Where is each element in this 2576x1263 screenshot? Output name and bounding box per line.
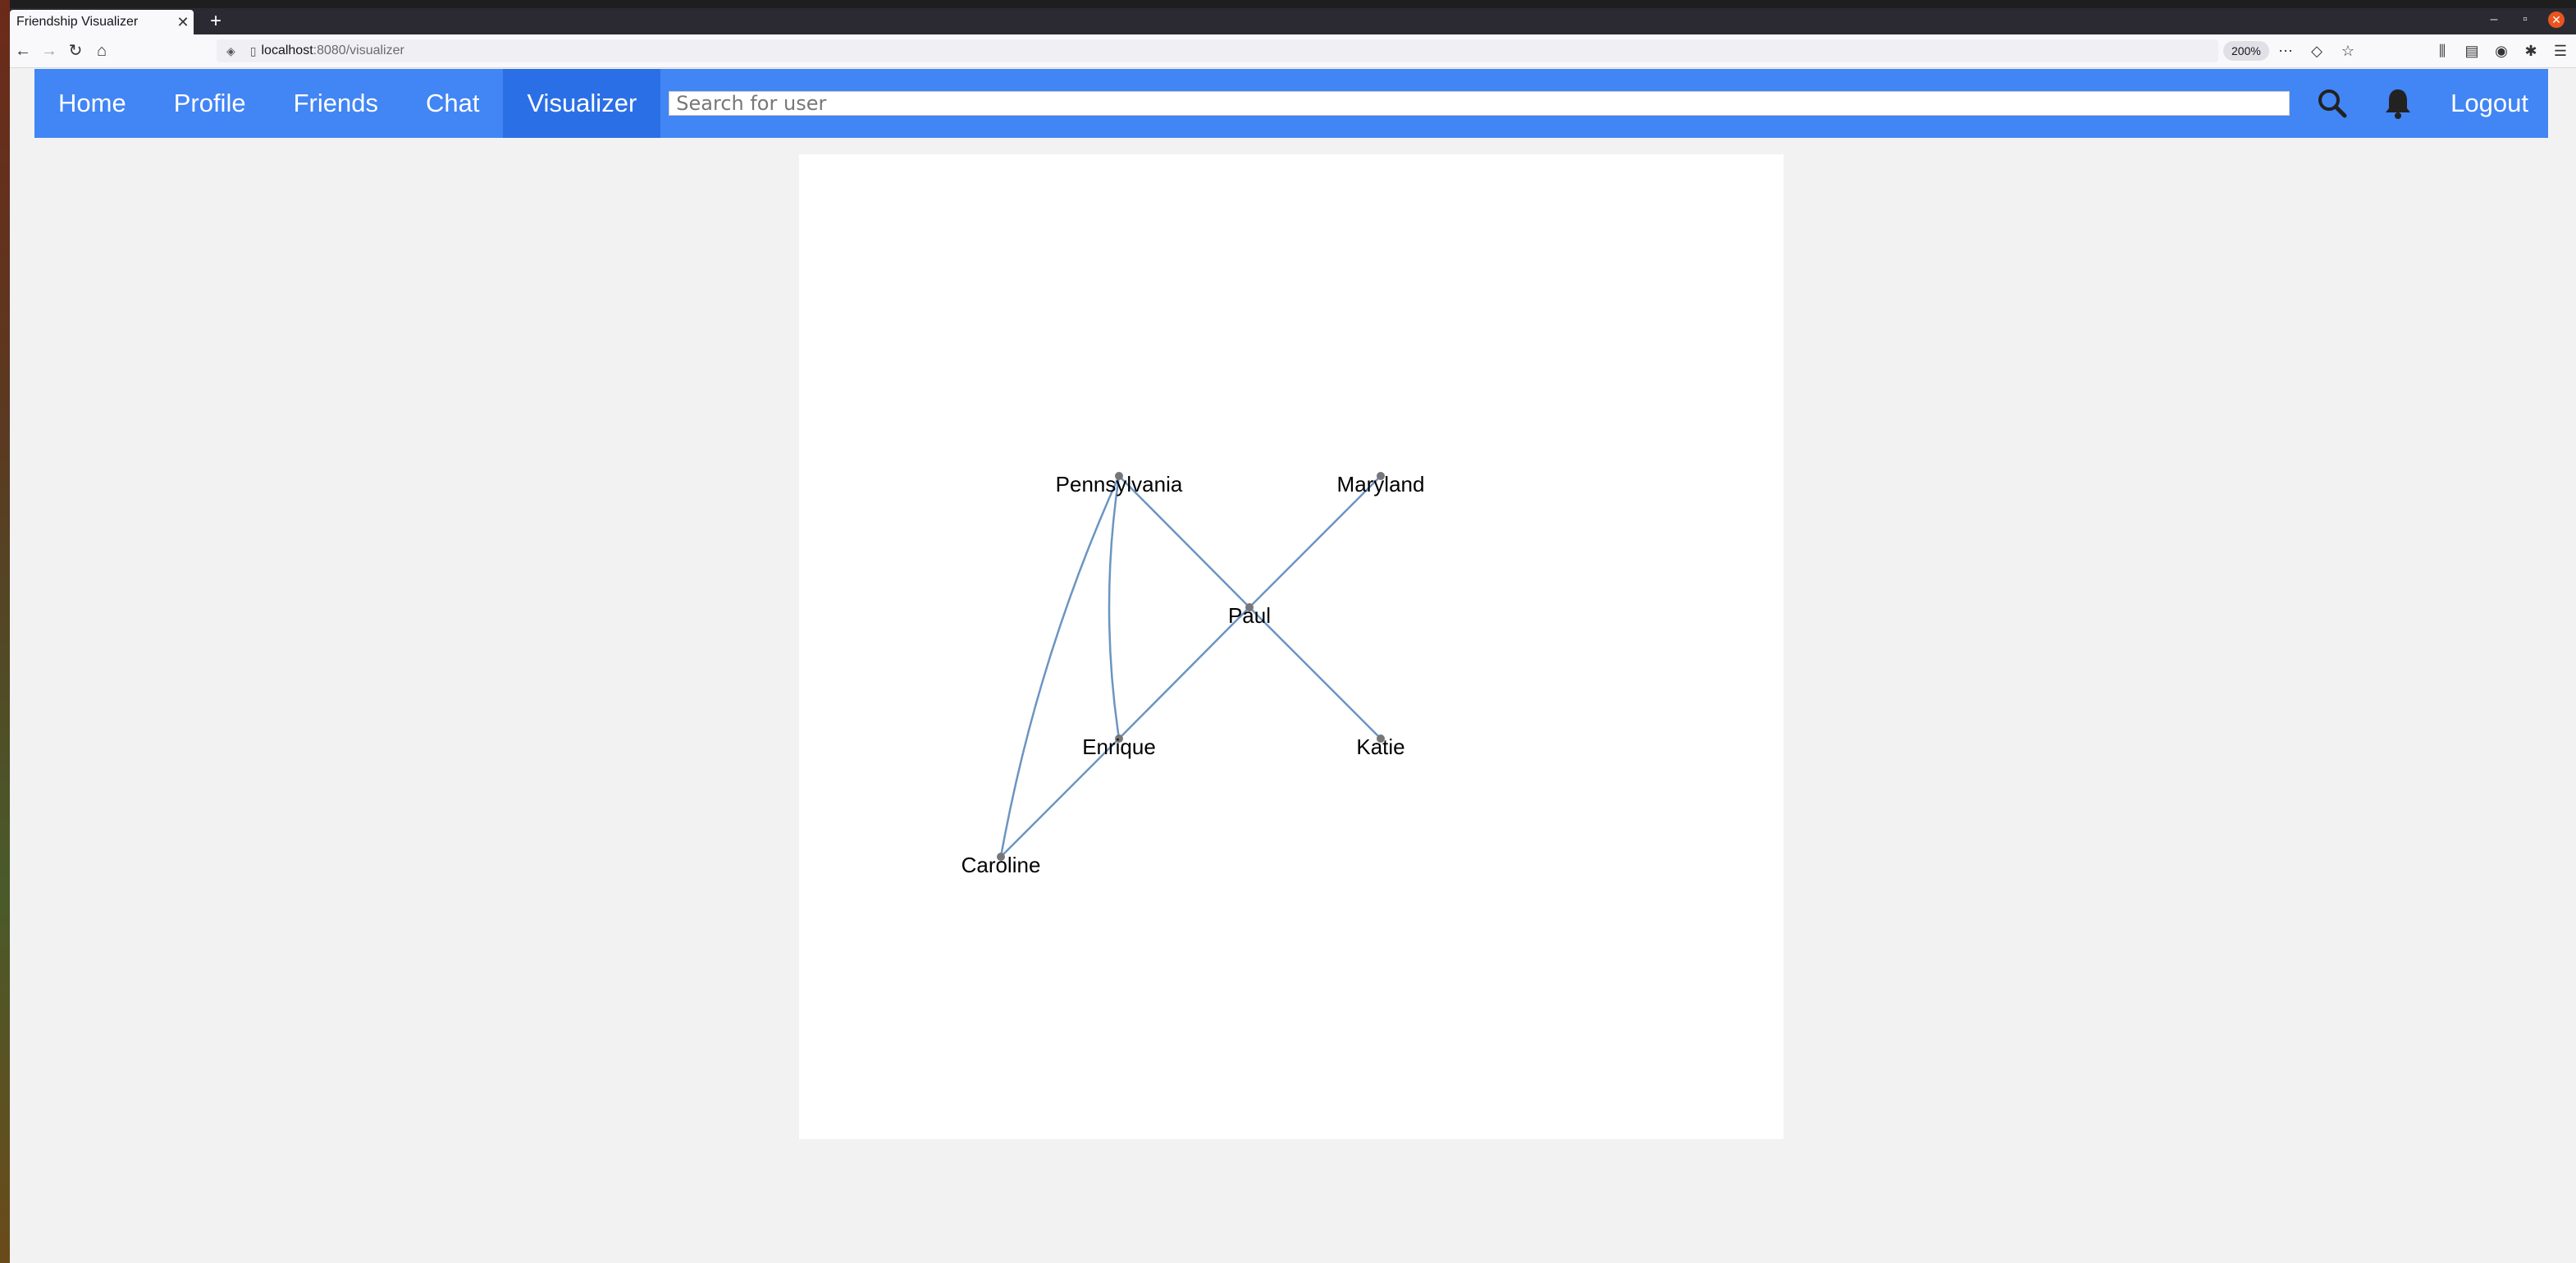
node-maryland[interactable]: Maryland [1337,472,1425,497]
edge-pennsylvania-caroline [999,475,1121,858]
friendship-graph[interactable]: Pennsylvania Maryland Paul Enrique Katie Caro… [799,154,1784,1139]
extensions-icon[interactable]: ✱ [2520,39,2542,62]
edge-pennsylvania-enrique [1108,475,1121,739]
node-katie[interactable]: Katie [1356,734,1405,759]
account-icon[interactable]: ◉ [2491,39,2512,62]
nav-home[interactable]: Home [34,69,150,138]
node-label: Caroline [961,853,1041,877]
nav-friends[interactable]: Friends [270,69,402,138]
more-icon[interactable]: ⋯ [2276,39,2295,62]
browser-tab-strip: Friendship Visualizer ✕ + – ▫ ✕ [10,8,2576,34]
visualizer-canvas[interactable]: Pennsylvania Maryland Paul Enrique Katie Caro… [799,154,1784,1139]
user-search-input[interactable] [669,91,2291,116]
nodes-layer: Pennsylvania Maryland Paul Enrique Katie Caro… [961,472,1425,877]
library-icon[interactable]: ⫼ [2432,39,2453,62]
forward-icon[interactable]: → [36,38,62,64]
browser-tab[interactable]: Friendship Visualizer ✕ [10,10,194,34]
url-bar[interactable]: ◈ ▯ localhost:8080/visualizer [217,39,2218,62]
node-label: Enrique [1082,734,1156,759]
pocket-icon[interactable]: ◇ [2307,39,2327,62]
node-caroline[interactable]: Caroline [961,853,1041,877]
browser-toolbar: ← → ↻ ⌂ ◈ ▯ localhost:8080/visualizer 20… [10,34,2576,68]
node-pennsylvania[interactable]: Pennsylvania [1056,472,1183,497]
menu-icon[interactable]: ☰ [2550,39,2571,62]
toolbar-right: ⫼ ▤ ◉ ✱ ☰ [2432,39,2571,62]
minimize-icon[interactable]: – [2486,12,2502,27]
node-label: Pennsylvania [1056,472,1183,497]
nav-visualizer[interactable]: Visualizer [503,69,661,138]
window-controls: – ▫ ✕ [2486,11,2565,28]
search-icon[interactable] [2300,69,2365,138]
new-tab-button[interactable]: + [203,10,228,33]
home-icon[interactable]: ⌂ [89,38,115,64]
page-actions: ⋯ ◇ ☆ [2276,39,2358,62]
bookmark-star-icon[interactable]: ☆ [2338,39,2358,62]
zoom-level[interactable]: 200% [2223,41,2269,61]
window-close-icon[interactable]: ✕ [2548,11,2565,28]
shield-icon[interactable]: ◈ [217,44,240,58]
edges-layer [999,475,1382,858]
logout-button[interactable]: Logout [2431,69,2548,138]
tab-close-icon[interactable]: ✕ [172,14,194,31]
page-icon: ▯ [249,43,257,57]
back-icon[interactable]: ← [10,38,36,64]
os-top-bar [0,0,2576,8]
node-label: Katie [1356,734,1404,759]
bell-icon[interactable] [2365,69,2431,138]
tab-title: Friendship Visualizer [16,15,139,29]
node-label: Paul [1228,603,1271,628]
url-text: localhost:8080/visualizer [261,43,404,57]
sidebar-icon[interactable]: ▤ [2461,39,2482,62]
node-label: Maryland [1337,472,1425,497]
maximize-icon[interactable]: ▫ [2517,12,2533,27]
nav-chat[interactable]: Chat [402,69,503,138]
nav-profile[interactable]: Profile [150,69,270,138]
search-wrap [660,69,2300,138]
node-enrique[interactable]: Enrique [1082,734,1156,759]
app-navbar: Home Profile Friends Chat Visualizer Log… [34,69,2548,138]
reload-icon[interactable]: ↻ [62,38,89,64]
node-paul[interactable]: Paul [1228,603,1271,628]
desktop-edge [0,0,10,1263]
